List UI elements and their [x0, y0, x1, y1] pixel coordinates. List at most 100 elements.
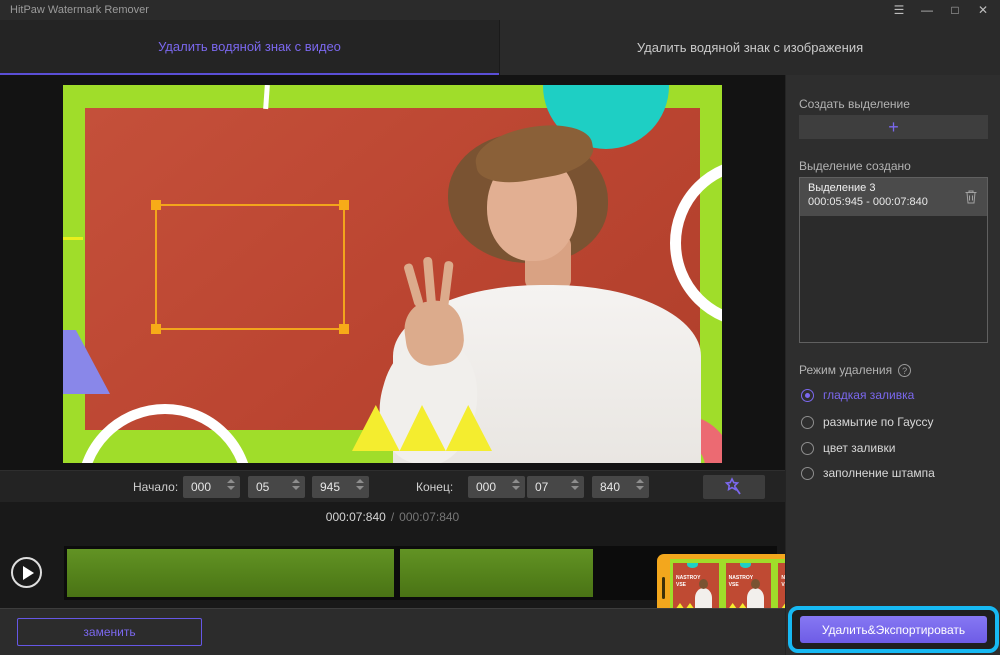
spinner-down-icon[interactable]	[636, 486, 644, 490]
radio-label: заполнение штампа	[823, 466, 935, 480]
sidebar: Создать выделение + Выделение создано Вы…	[785, 75, 1000, 655]
end-millis-input[interactable]	[592, 480, 626, 494]
end-minutes-spinner[interactable]	[468, 476, 525, 498]
window-title: HitPaw Watermark Remover	[10, 4, 149, 16]
play-icon	[23, 566, 34, 580]
timeline-track[interactable]: NASTROY VSE NASTROY VSE NASTROY VSE	[64, 546, 777, 600]
start-seconds-spinner[interactable]	[248, 476, 305, 498]
radio-label: размытие по Гауссу	[823, 415, 934, 429]
end-minutes-input[interactable]	[468, 480, 502, 494]
start-seconds-input[interactable]	[248, 480, 282, 494]
selection-handle-bottom-left[interactable]	[151, 324, 161, 334]
thumbnail-text: NASTROY VSE	[729, 575, 753, 588]
selection-item-range: 000:05:945 - 000:07:840	[808, 196, 979, 208]
trash-icon	[964, 189, 978, 204]
timeline-area: NASTROY VSE NASTROY VSE NASTROY VSE	[0, 531, 785, 608]
maximize-icon[interactable]: □	[946, 1, 964, 19]
mode-option-stamp-fill[interactable]: заполнение штампа	[801, 466, 935, 480]
start-minutes-spinner[interactable]	[183, 476, 240, 498]
start-minutes-input[interactable]	[183, 480, 217, 494]
time-separator: /	[391, 510, 394, 524]
total-time: 000:07:840	[399, 510, 459, 524]
video-yellow-tick	[63, 237, 83, 240]
spinner-down-icon[interactable]	[292, 486, 300, 490]
selection-list-item[interactable]: Выделение 3 000:05:945 - 000:07:840	[800, 178, 987, 216]
mode-option-fill-color[interactable]: цвет заливки	[801, 441, 895, 455]
tab-bar: Удалить водяной знак с видео Удалить вод…	[0, 20, 1000, 75]
timeline-segment[interactable]	[67, 549, 394, 597]
start-millis-input[interactable]	[312, 480, 346, 494]
handle-grip	[662, 577, 665, 599]
radio-icon[interactable]	[801, 442, 814, 455]
end-seconds-input[interactable]	[527, 480, 561, 494]
selection-handle-bottom-right[interactable]	[339, 324, 349, 334]
spinner-down-icon[interactable]	[571, 486, 579, 490]
video-frame[interactable]	[63, 85, 722, 463]
create-selection-label: Создать выделение	[799, 97, 910, 111]
spinner-up-icon[interactable]	[636, 479, 644, 483]
selection-item-name: Выделение 3	[808, 182, 979, 194]
add-selection-button[interactable]: +	[799, 115, 988, 139]
video-white-line	[263, 85, 270, 109]
spinner-arrows[interactable]	[636, 479, 644, 490]
play-button[interactable]	[11, 557, 42, 588]
start-label: Начало:	[133, 480, 178, 494]
menu-icon[interactable]: ☰	[890, 1, 908, 19]
spinner-arrows[interactable]	[227, 479, 235, 490]
start-millis-spinner[interactable]	[312, 476, 369, 498]
replace-button[interactable]: заменить	[17, 618, 202, 646]
video-yellow-zigzag	[352, 405, 492, 451]
tab-remove-watermark-video[interactable]: Удалить водяной знак с видео	[0, 20, 499, 75]
spinner-down-icon[interactable]	[356, 486, 364, 490]
spinner-up-icon[interactable]	[512, 479, 520, 483]
spinner-arrows[interactable]	[356, 479, 364, 490]
end-label: Конец:	[416, 480, 453, 494]
radio-icon[interactable]	[801, 389, 814, 402]
app-window: HitPaw Watermark Remover ☰ — □ ✕ Удалить…	[0, 0, 1000, 655]
spinner-arrows[interactable]	[292, 479, 300, 490]
spinner-down-icon[interactable]	[512, 486, 520, 490]
radio-icon[interactable]	[801, 416, 814, 429]
current-time: 000:07:840	[326, 510, 386, 524]
selections-list-panel: Выделение 3 000:05:945 - 000:07:840	[799, 177, 988, 343]
selection-handle-top-left[interactable]	[151, 200, 161, 210]
export-highlight-ring: Удалить&Экспортировать	[788, 606, 999, 653]
tab-remove-watermark-image[interactable]: Удалить водяной знак с изображения	[500, 20, 1000, 75]
help-icon[interactable]: ?	[898, 364, 911, 377]
time-readout: 000:07:840 / 000:07:840	[0, 502, 785, 531]
selection-created-label: Выделение создано	[799, 159, 911, 173]
thumbnail-text: NASTROY VSE	[676, 575, 700, 588]
title-bar: HitPaw Watermark Remover ☰ — □ ✕	[0, 0, 1000, 20]
selection-handle-top-right[interactable]	[339, 200, 349, 210]
spinner-up-icon[interactable]	[292, 479, 300, 483]
spinner-up-icon[interactable]	[571, 479, 579, 483]
spinner-down-icon[interactable]	[227, 486, 235, 490]
timeline-segment[interactable]	[400, 549, 593, 597]
spinner-arrows[interactable]	[571, 479, 579, 490]
close-icon[interactable]: ✕	[974, 1, 992, 19]
bottom-bar: заменить	[0, 608, 785, 655]
end-seconds-spinner[interactable]	[527, 476, 584, 498]
radio-label: гладкая заливка	[823, 388, 914, 402]
spinner-arrows[interactable]	[512, 479, 520, 490]
thumbnail-person	[747, 588, 764, 608]
delete-selection-button[interactable]	[963, 189, 979, 205]
watermark-selection-box[interactable]	[155, 204, 345, 330]
mode-option-smooth-fill[interactable]: гладкая заливка	[801, 388, 914, 402]
preview-wand-button[interactable]	[703, 475, 765, 499]
spinner-up-icon[interactable]	[356, 479, 364, 483]
removal-mode-label: Режим удаления ?	[799, 363, 911, 377]
magic-wand-icon	[723, 477, 745, 497]
minimize-icon[interactable]: —	[918, 1, 936, 19]
end-millis-spinner[interactable]	[592, 476, 649, 498]
spinner-up-icon[interactable]	[227, 479, 235, 483]
radio-icon[interactable]	[801, 467, 814, 480]
thumbnail-person	[695, 588, 712, 608]
mode-option-gaussian-blur[interactable]: размытие по Гауссу	[801, 415, 934, 429]
video-preview-area	[0, 75, 785, 470]
window-controls: ☰ — □ ✕	[890, 0, 992, 20]
radio-label: цвет заливки	[823, 441, 895, 455]
remove-export-button[interactable]: Удалить&Экспортировать	[800, 616, 987, 643]
removal-mode-text: Режим удаления	[799, 363, 892, 377]
plus-icon: +	[888, 117, 899, 137]
